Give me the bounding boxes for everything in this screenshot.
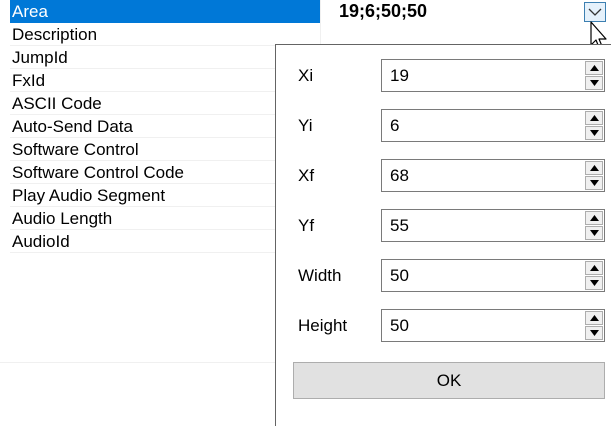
spinner [585, 261, 603, 290]
field-xi: Xi 19 [276, 59, 611, 92]
spin-down-button[interactable] [585, 326, 603, 340]
width-numeric-input[interactable]: 50 [381, 259, 605, 292]
spin-down-button[interactable] [585, 76, 603, 90]
arrow-up-icon [590, 315, 599, 321]
grid-row-name[interactable]: Description [10, 23, 320, 46]
field-yf: Yf 55 [276, 209, 611, 242]
field-height: Height 50 [276, 309, 611, 342]
arrow-down-icon [590, 330, 599, 336]
spin-up-button[interactable] [585, 111, 603, 125]
arrow-down-icon [590, 130, 599, 136]
ok-button[interactable]: OK [293, 362, 605, 399]
grid-row-name[interactable]: Area [10, 0, 320, 23]
area-dropdown-button[interactable] [584, 2, 606, 22]
grid-row-name[interactable]: JumpId [10, 46, 320, 69]
field-yi: Yi 6 [276, 109, 611, 142]
field-label: Yf [298, 216, 315, 235]
field-xf: Xf 68 [276, 159, 611, 192]
arrow-up-icon [590, 165, 599, 171]
grid-row-name[interactable]: Software Control Code [10, 161, 320, 184]
grid-row-name[interactable]: Play Audio Segment [10, 184, 320, 207]
arrow-up-icon [590, 215, 599, 221]
spin-up-button[interactable] [585, 61, 603, 75]
spin-up-button[interactable] [585, 311, 603, 325]
grid-row-description[interactable]: Description [10, 23, 611, 46]
grid-row-name[interactable]: ASCII Code [10, 92, 320, 115]
area-value[interactable]: 19;6;50;50 [339, 0, 427, 23]
field-width: Width 50 [276, 259, 611, 292]
field-label: Height [298, 316, 348, 335]
arrow-down-icon [590, 280, 599, 286]
grid-row-name[interactable]: FxId [10, 69, 320, 92]
field-label: Yi [298, 116, 313, 135]
yi-numeric-input[interactable]: 6 [381, 109, 605, 142]
arrow-down-icon [590, 80, 599, 86]
arrow-down-icon [590, 180, 599, 186]
field-label: Xi [298, 66, 314, 85]
arrow-up-icon [590, 65, 599, 71]
grid-row-name[interactable]: Auto-Send Data [10, 115, 320, 138]
area-editor-popup: Xi 19 Yi 6 Xf 68 Yf 55 Width 50 Height 5… [275, 44, 611, 426]
grid-row-name[interactable]: AudioId [10, 230, 320, 253]
chevron-down-icon [588, 8, 602, 16]
field-value[interactable]: 55 [390, 210, 409, 241]
field-value[interactable]: 6 [390, 110, 399, 141]
xf-numeric-input[interactable]: 68 [381, 159, 605, 192]
spin-down-button[interactable] [585, 226, 603, 240]
arrow-up-icon [590, 265, 599, 271]
grid-row-name[interactable]: Software Control [10, 138, 320, 161]
grid-bottom-divider [0, 362, 320, 363]
yf-numeric-input[interactable]: 55 [381, 209, 605, 242]
field-value[interactable]: 68 [390, 160, 409, 191]
spinner [585, 61, 603, 90]
spinner [585, 111, 603, 140]
spin-down-button[interactable] [585, 176, 603, 190]
grid-row-name[interactable]: Audio Length [10, 207, 320, 230]
arrow-up-icon [590, 115, 599, 121]
field-value[interactable]: 50 [390, 310, 409, 341]
grid-row-area[interactable]: Area [10, 0, 611, 23]
spin-up-button[interactable] [585, 261, 603, 275]
arrow-down-icon [590, 230, 599, 236]
field-label: Xf [298, 166, 315, 185]
xi-numeric-input[interactable]: 19 [381, 59, 605, 92]
field-value[interactable]: 19 [390, 60, 409, 91]
spinner [585, 211, 603, 240]
field-label: Width [298, 266, 342, 285]
spin-up-button[interactable] [585, 161, 603, 175]
field-value[interactable]: 50 [390, 260, 409, 291]
spin-down-button[interactable] [585, 276, 603, 290]
height-numeric-input[interactable]: 50 [381, 309, 605, 342]
spinner [585, 311, 603, 340]
spin-down-button[interactable] [585, 126, 603, 140]
spinner [585, 161, 603, 190]
spin-up-button[interactable] [585, 211, 603, 225]
